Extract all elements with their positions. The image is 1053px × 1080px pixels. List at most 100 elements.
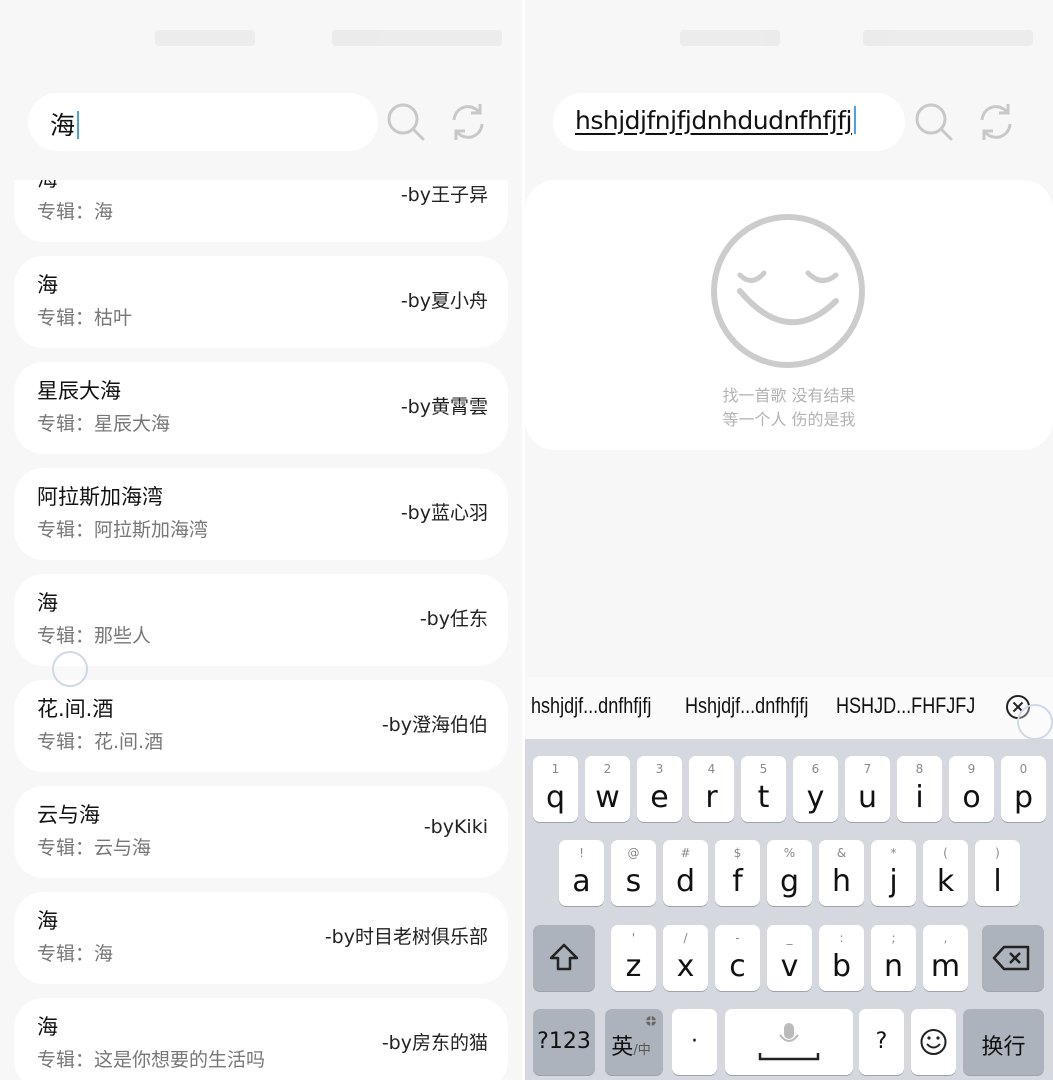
status-bar-right [863, 30, 1033, 46]
key-hint: @ [627, 846, 640, 860]
key-hint: % [783, 846, 796, 860]
status-bar-left [155, 30, 255, 46]
key-b[interactable]: :b [819, 925, 864, 991]
suggestion-item[interactable]: hshjdjf...dnfhfjfj [531, 693, 651, 719]
suggestion-item[interactable]: HSHJD...FHFJFJ [836, 693, 975, 719]
dot-key[interactable]: · [672, 1009, 717, 1075]
key-k[interactable]: (k [923, 840, 968, 906]
shift-key[interactable] [533, 925, 595, 991]
search-input-text: 海 [50, 106, 80, 142]
key-e[interactable]: 3e [637, 756, 682, 822]
empty-result-card: 找一首歌 没有结果 等一个人 伤的是我 [525, 180, 1053, 450]
touch-indicator [1017, 704, 1053, 740]
key-s[interactable]: @ s [611, 840, 656, 906]
refresh-button[interactable] [446, 100, 490, 144]
key-g[interactable]: % g [767, 840, 812, 906]
key-label: b [831, 949, 852, 984]
key-y[interactable]: 6y [793, 756, 838, 822]
soft-keyboard: ?123 英/中 · ? 换行 1 q 2 w 3 e 4 r 5 t 6 y … [525, 739, 1053, 1080]
key-label: r [705, 780, 718, 815]
key-u[interactable]: 7u [845, 756, 890, 822]
song-title: 云与海 [37, 803, 100, 827]
shift-icon [549, 943, 579, 971]
result-card[interactable]: 海专辑：海 -by王子异 [14, 180, 508, 242]
key-label: t [757, 780, 770, 815]
result-card[interactable]: 海专辑：那些人 -by任东 [14, 574, 508, 666]
song-album: 专辑：海 [37, 201, 114, 223]
right-screen: hshjdjfnjfjdnhdudnfhfjfj 找一首歌 没有结果 等一个人 … [525, 0, 1053, 1080]
key-o[interactable]: 9o [949, 756, 994, 822]
empty-message-line2: 等一个人 伤的是我 [722, 410, 856, 429]
dot-key-label: · [691, 1029, 698, 1054]
key-label: w [595, 780, 620, 815]
key-v[interactable]: _ v [767, 925, 812, 991]
search-icon [915, 103, 953, 141]
key-hint: 8 [915, 762, 924, 776]
song-title: 海 [37, 1015, 58, 1039]
key-i[interactable]: 8i [897, 756, 942, 822]
song-album: 专辑：星辰大海 [37, 413, 171, 435]
key-label: n [883, 949, 903, 984]
key-z[interactable]: ' z [611, 925, 656, 991]
key-label: u [857, 780, 877, 815]
result-card[interactable]: 海专辑：枯叶 -by夏小舟 [14, 256, 508, 348]
key-c[interactable]: -c [715, 925, 760, 991]
key-d[interactable]: # d [663, 840, 708, 906]
search-input[interactable]: 海 [28, 93, 378, 151]
song-album: 专辑：那些人 [37, 625, 152, 647]
key-p[interactable]: 0p [1001, 756, 1046, 822]
refresh-button[interactable] [974, 100, 1018, 144]
key-q[interactable]: 1q [533, 756, 578, 822]
key-m[interactable]: ,m [923, 925, 968, 991]
key-j[interactable]: * j [871, 840, 916, 906]
key-label: m [930, 949, 961, 984]
touch-indicator [52, 651, 88, 687]
search-input[interactable]: hshjdjfnjfjdnhdudnfhfjfj [553, 93, 905, 151]
key-x[interactable]: / x [663, 925, 708, 991]
space-key[interactable] [725, 1009, 853, 1075]
search-button[interactable] [912, 100, 956, 144]
key-n[interactable]: ; n [871, 925, 916, 991]
key-a[interactable]: ! a [559, 840, 604, 906]
song-title: 海 [37, 909, 58, 933]
key-label: k [936, 864, 955, 899]
result-card[interactable]: 云与海 专辑：云与海 -byKiki [14, 786, 508, 878]
result-card[interactable]: 海专辑：这是你想要的生活吗 -by房东的猫 [14, 998, 508, 1080]
key-l[interactable]: ) l [975, 840, 1020, 906]
language-switch-key[interactable]: 英/中 [605, 1009, 663, 1075]
key-h[interactable]: & h [819, 840, 864, 906]
backspace-key[interactable] [982, 925, 1044, 991]
search-button[interactable] [384, 100, 428, 144]
text-caret [77, 111, 80, 139]
question-key[interactable]: ? [859, 1009, 904, 1075]
numbers-key[interactable]: ?123 [533, 1009, 595, 1075]
song-title: 海 [37, 591, 58, 615]
key-w[interactable]: 2w [585, 756, 630, 822]
emoji-icon [920, 1029, 947, 1055]
key-hint: 6 [811, 762, 820, 776]
result-card[interactable]: 花.间.酒 专辑：花.间.酒 -by澄海伯伯 [14, 680, 508, 772]
song-title: 花.间.酒 [37, 697, 114, 721]
status-bar-right [332, 30, 502, 46]
key-r[interactable]: 4r [689, 756, 734, 822]
key-label: g [779, 864, 800, 899]
refresh-icon [452, 104, 484, 140]
enter-key[interactable]: 换行 [963, 1009, 1044, 1075]
key-t[interactable]: 5t [741, 756, 786, 822]
song-artist: -by澄海伯伯 [381, 714, 488, 736]
status-bar [525, 28, 1053, 52]
result-card[interactable]: 星辰大海 专辑：星辰大海 -by黄霄雲 [14, 362, 508, 454]
key-hint: ( [943, 846, 948, 860]
suggestion-item[interactable]: Hshjdjf...dnfhfjfj [685, 693, 808, 719]
search-icon [387, 103, 425, 141]
result-card[interactable]: 阿拉斯加海湾 专辑：阿拉斯加海湾 -by蓝心羽 [14, 468, 508, 560]
key-f[interactable]: $ f [715, 840, 760, 906]
key-label: d [675, 864, 696, 899]
numbers-key-label: ?123 [537, 1029, 591, 1054]
key-hint: 5 [759, 762, 768, 776]
result-card[interactable]: 海专辑：海 -by时目老树俱乐部 [14, 892, 508, 984]
key-hint: & [836, 846, 847, 860]
emoji-key[interactable] [911, 1009, 956, 1075]
key-hint: $ [733, 846, 742, 860]
key-hint: _ [786, 931, 793, 945]
